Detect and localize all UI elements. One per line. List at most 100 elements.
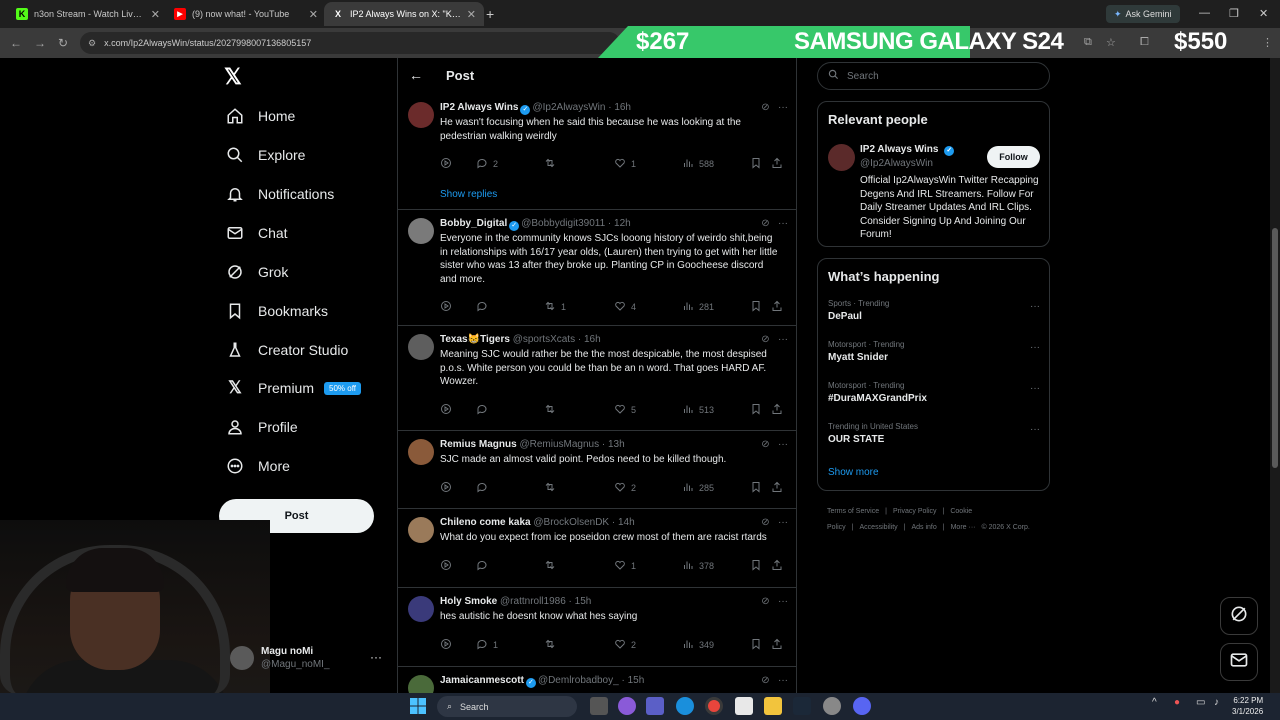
- more-dots-icon[interactable]: ···: [778, 218, 788, 229]
- author-name[interactable]: Chileno come kaka: [440, 517, 531, 528]
- views-button[interactable]: 378: [682, 559, 714, 573]
- close-icon[interactable]: ✕: [309, 8, 318, 21]
- browser-tab-youtube[interactable]: ▶ (9) now what! - YouTube ✕: [166, 2, 326, 26]
- ask-gemini-button[interactable]: ✦ Ask Gemini: [1106, 5, 1180, 23]
- repost-button[interactable]: [544, 559, 561, 573]
- footer-link[interactable]: More ···: [951, 524, 976, 531]
- post-time[interactable]: 15h: [575, 596, 592, 607]
- nav-home[interactable]: Home: [224, 100, 295, 132]
- reply-item[interactable]: Chileno come kaka @BrockOlsenDK · 14h ⊘ ·…: [398, 509, 796, 588]
- post-time[interactable]: 14h: [618, 517, 635, 528]
- star-icon[interactable]: ☆: [1106, 36, 1116, 49]
- nav-chat[interactable]: Chat: [224, 217, 288, 249]
- relevant-person-name[interactable]: IP2 Always Wins ✓: [860, 144, 955, 156]
- nav-premium[interactable]: 𝕏 Premium 50% off: [224, 372, 361, 404]
- edge-icon[interactable]: [676, 697, 694, 715]
- views-button[interactable]: 588: [682, 157, 714, 171]
- browser-tab-x[interactable]: X IP2 Always Wins on X: "Kick Str ✕: [324, 2, 484, 26]
- trend-item[interactable]: Trending in United States OUR STATE ···: [828, 422, 1040, 445]
- more-dots-icon[interactable]: ···: [778, 675, 788, 686]
- footer-link[interactable]: Ads info: [911, 524, 936, 531]
- grok-explain-icon[interactable]: ⊘: [761, 596, 769, 607]
- bookmark-icon[interactable]: [750, 403, 762, 415]
- steam-icon[interactable]: [793, 697, 811, 715]
- more-dots-icon[interactable]: ···: [1030, 342, 1040, 353]
- post-time[interactable]: 13h: [608, 439, 625, 450]
- nav-explore[interactable]: Explore: [224, 139, 305, 171]
- reply-button[interactable]: 2: [476, 157, 498, 171]
- reply-button[interactable]: 1: [476, 638, 498, 652]
- task-view-icon[interactable]: [590, 697, 608, 715]
- views-button[interactable]: 285: [682, 481, 714, 495]
- bookmark-icon[interactable]: [750, 638, 762, 650]
- post-time[interactable]: 16h: [614, 102, 631, 113]
- back-arrow-icon[interactable]: ←: [409, 67, 423, 83]
- avatar[interactable]: [408, 439, 434, 465]
- play-icon[interactable]: [440, 638, 452, 650]
- more-dots-icon[interactable]: ···: [1030, 383, 1040, 394]
- grok-explain-icon[interactable]: ⊘: [761, 334, 769, 345]
- repost-button[interactable]: 1: [544, 300, 566, 314]
- cast-icon[interactable]: ⧉: [1084, 36, 1092, 49]
- back-icon[interactable]: ←: [10, 36, 22, 50]
- chevron-up-icon[interactable]: ^: [1152, 697, 1170, 715]
- reply-button[interactable]: [476, 300, 493, 314]
- copilot-icon[interactable]: [618, 697, 636, 715]
- avatar[interactable]: [408, 675, 434, 693]
- nav-more[interactable]: More: [224, 450, 290, 482]
- reply-button[interactable]: [476, 559, 493, 573]
- new-tab-button[interactable]: +: [486, 6, 494, 22]
- views-button[interactable]: 349: [682, 638, 714, 652]
- store-icon[interactable]: [735, 697, 753, 715]
- maximize-icon[interactable]: ❐: [1229, 7, 1239, 20]
- more-dots-icon[interactable]: ···: [778, 596, 788, 607]
- like-button[interactable]: 2: [614, 638, 636, 652]
- author-name[interactable]: IP2 Always Wins: [440, 102, 518, 113]
- share-icon[interactable]: [771, 403, 783, 415]
- footer-link[interactable]: Privacy Policy: [893, 508, 937, 515]
- settings-gear-icon[interactable]: [823, 697, 841, 715]
- post-time[interactable]: 16h: [584, 334, 601, 345]
- play-icon[interactable]: [440, 157, 452, 169]
- show-more-link[interactable]: Show more: [828, 467, 879, 478]
- post-time[interactable]: 15h: [628, 675, 645, 686]
- reply-item[interactable]: Bobby_Digital ✓ @Bobbydigit39011 · 12h ⊘ ··…: [398, 210, 796, 326]
- microphone-icon[interactable]: ●: [1174, 697, 1192, 715]
- grok-explain-icon[interactable]: ⊘: [761, 218, 769, 229]
- like-button[interactable]: 5: [614, 403, 636, 417]
- windows-start-icon[interactable]: [409, 697, 427, 715]
- reply-item[interactable]: Jamaicanmescott ✓ @Demlrobadboy_ · 15h ⊘ ··…: [398, 667, 796, 693]
- taskbar-search[interactable]: ⌕ Search: [437, 696, 577, 717]
- play-icon[interactable]: [440, 300, 452, 312]
- author-name[interactable]: Remius Magnus: [440, 439, 517, 450]
- close-window-icon[interactable]: ✕: [1259, 7, 1268, 20]
- repost-button[interactable]: [544, 403, 561, 417]
- close-icon[interactable]: ✕: [467, 8, 476, 21]
- avatar[interactable]: [408, 334, 434, 360]
- more-dots-icon[interactable]: ···: [1030, 424, 1040, 435]
- author-handle[interactable]: @BrockOlsenDK: [533, 517, 609, 528]
- forward-icon[interactable]: →: [34, 36, 46, 50]
- chrome-icon[interactable]: [705, 697, 723, 715]
- like-button[interactable]: 1: [614, 559, 636, 573]
- post-time[interactable]: 12h: [614, 218, 631, 229]
- like-button[interactable]: 4: [614, 300, 636, 314]
- nav-bookmarks[interactable]: Bookmarks: [224, 295, 328, 327]
- more-dots-icon[interactable]: ···: [370, 650, 382, 664]
- more-dots-icon[interactable]: ···: [778, 334, 788, 345]
- footer-link[interactable]: Accessibility: [860, 524, 898, 531]
- nav-creator-studio[interactable]: Creator Studio: [224, 334, 348, 366]
- reload-icon[interactable]: ↻: [58, 36, 68, 50]
- author-name[interactable]: Holy Smoke: [440, 596, 497, 607]
- footer-link[interactable]: Terms of Service: [827, 508, 879, 515]
- repost-button[interactable]: [544, 157, 561, 171]
- x-logo-icon[interactable]: 𝕏: [224, 64, 242, 90]
- share-icon[interactable]: [771, 481, 783, 493]
- page-scrollbar[interactable]: [1270, 58, 1280, 693]
- author-handle[interactable]: @rattnroll1986: [500, 596, 566, 607]
- file-explorer-icon[interactable]: [764, 697, 782, 715]
- like-button[interactable]: 1: [614, 157, 636, 171]
- reply-item[interactable]: Holy Smoke @rattnroll1986 · 15h ⊘ ··· hes …: [398, 588, 796, 667]
- minimize-icon[interactable]: —: [1199, 7, 1210, 19]
- show-replies-link[interactable]: Show replies: [440, 189, 497, 200]
